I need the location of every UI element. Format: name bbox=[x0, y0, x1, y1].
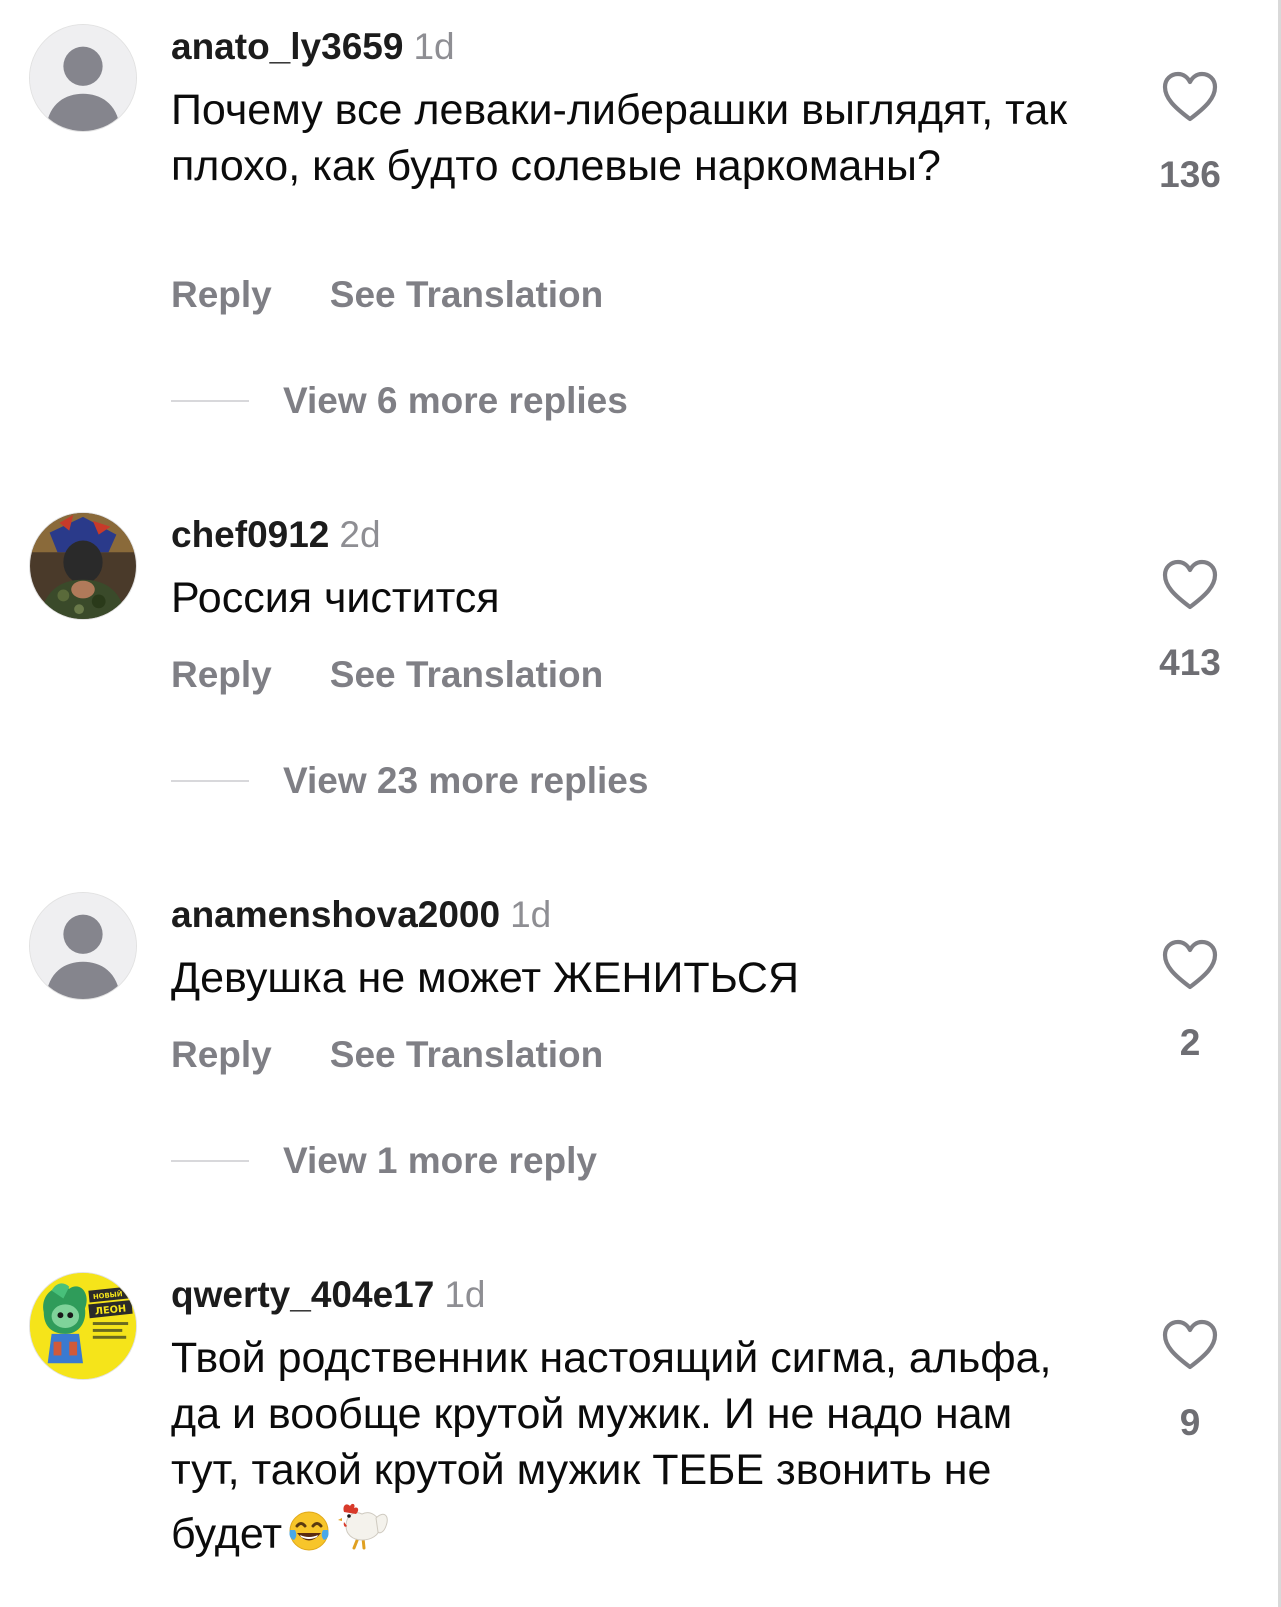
avatar[interactable]: НОВЫЙ ЛЕОН bbox=[29, 1272, 137, 1380]
like-button[interactable]: 2 bbox=[1150, 938, 1230, 1066]
default-avatar-icon bbox=[30, 893, 136, 999]
like-button[interactable]: 9 bbox=[1150, 1318, 1230, 1446]
replies-divider bbox=[171, 1160, 249, 1162]
username[interactable]: chef0912 bbox=[171, 514, 329, 555]
replies-divider bbox=[171, 400, 249, 402]
photo-avatar-icon bbox=[30, 513, 136, 619]
heart-icon bbox=[1162, 71, 1218, 122]
rooster-emoji-icon bbox=[336, 1498, 392, 1568]
see-translation-button[interactable]: See Translation bbox=[330, 654, 604, 696]
timestamp: 1d bbox=[444, 1274, 486, 1315]
reply-button[interactable]: Reply bbox=[171, 1034, 272, 1076]
comment-meta: chef0912 2d bbox=[171, 512, 381, 558]
avatar[interactable] bbox=[29, 24, 137, 132]
comment-text: Россия чистится bbox=[171, 574, 500, 622]
like-count: 136 bbox=[1159, 154, 1221, 195]
avatar[interactable] bbox=[29, 512, 137, 620]
like-button[interactable]: 413 bbox=[1150, 558, 1230, 686]
heart-icon bbox=[1162, 559, 1218, 610]
timestamp: 1d bbox=[413, 26, 455, 67]
like-count: 413 bbox=[1159, 642, 1221, 683]
reply-button[interactable]: Reply bbox=[171, 274, 272, 316]
reply-button[interactable]: Reply bbox=[171, 654, 272, 696]
comment-text: Твой родственник настоящий сигма, альфа,… bbox=[171, 1330, 1071, 1568]
view-replies-label: View 6 more replies bbox=[283, 380, 628, 421]
comment-actions: Reply See Translation bbox=[171, 1034, 603, 1076]
comment-actions: Reply See Translation bbox=[171, 654, 603, 696]
like-count: 9 bbox=[1179, 1402, 1201, 1443]
game-character-avatar-icon: НОВЫЙ ЛЕОН bbox=[30, 1273, 136, 1379]
default-avatar-icon bbox=[30, 25, 136, 131]
comment-actions: Reply See Translation bbox=[171, 274, 603, 316]
username[interactable]: anamenshova2000 bbox=[171, 894, 500, 935]
see-translation-button[interactable]: See Translation bbox=[330, 274, 604, 316]
avatar[interactable] bbox=[29, 892, 137, 1000]
like-button[interactable]: 136 bbox=[1150, 70, 1230, 198]
timestamp: 1d bbox=[510, 894, 552, 935]
like-count: 2 bbox=[1179, 1022, 1201, 1063]
view-replies-label: View 23 more replies bbox=[283, 760, 649, 801]
username[interactable]: qwerty_404e17 bbox=[171, 1274, 434, 1315]
heart-icon bbox=[1162, 1319, 1218, 1370]
see-translation-button[interactable]: See Translation bbox=[330, 1034, 604, 1076]
comment-meta: anato_ly3659 1d bbox=[171, 24, 455, 70]
timestamp: 2d bbox=[339, 514, 381, 555]
heart-icon bbox=[1162, 939, 1218, 990]
comment-meta: anamenshova2000 1d bbox=[171, 892, 551, 938]
comment-text: Почему все леваки-либерашки выглядят, та… bbox=[171, 86, 1068, 190]
comment-meta: qwerty_404e17 1d bbox=[171, 1272, 485, 1318]
replies-divider bbox=[171, 780, 249, 782]
view-replies-label: View 1 more reply bbox=[283, 1140, 597, 1181]
tears-of-joy-emoji-icon bbox=[286, 1508, 332, 1568]
comment-text: Девушка не может ЖЕНИТЬСЯ bbox=[171, 954, 800, 1002]
username[interactable]: anato_ly3659 bbox=[171, 26, 403, 67]
